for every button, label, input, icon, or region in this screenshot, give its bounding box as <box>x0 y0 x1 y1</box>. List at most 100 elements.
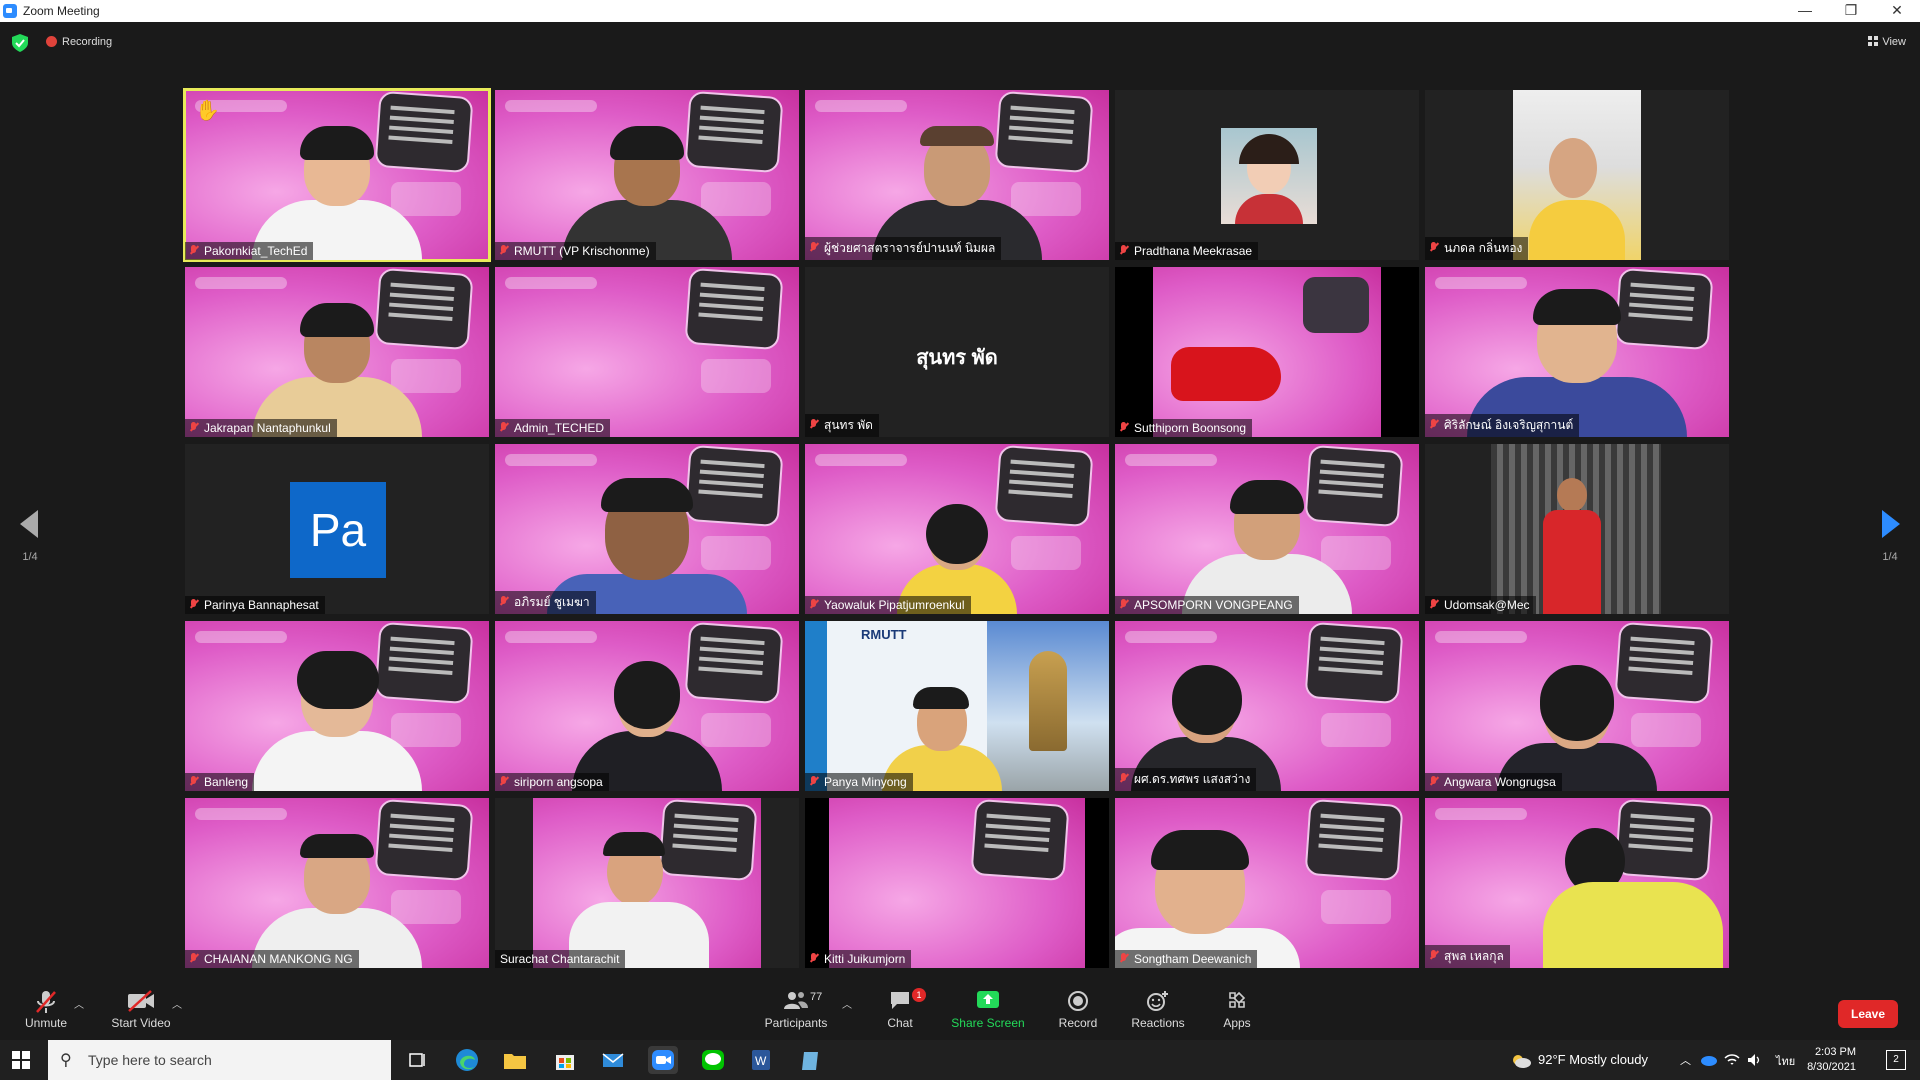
video-tile[interactable]: Admin_TECHED <box>495 267 799 437</box>
onedrive-cloud-icon[interactable] <box>1700 1054 1718 1066</box>
apps-button[interactable]: Apps <box>1222 990 1252 1030</box>
video-tile[interactable]: Sutthiporn Boonsong <box>1115 267 1419 437</box>
muted-mic-icon <box>1120 953 1128 964</box>
notification-center-icon[interactable]: 2 <box>1886 1050 1906 1070</box>
prev-page-nav[interactable]: 1/4 <box>10 510 50 563</box>
video-tile[interactable]: CHAIANAN MANKONG NG <box>185 798 489 968</box>
unmute-label: Unmute <box>24 1016 68 1030</box>
participant-name-text: RMUTT (VP Krischonme) <box>514 244 650 258</box>
record-button[interactable]: Record <box>1053 990 1103 1030</box>
video-tile[interactable]: อภิรมย์ ชูเมฆา <box>495 444 799 614</box>
audio-options-caret[interactable]: ︿ <box>74 996 84 1011</box>
video-tile[interactable]: ศิริลักษณ์ อิงเจริญสุกานต์ <box>1425 267 1729 437</box>
next-page-arrow-icon[interactable] <box>1880 510 1900 538</box>
apps-label: Apps <box>1223 1016 1251 1030</box>
participant-name: สุพล เหลกุล <box>1425 945 1510 968</box>
next-page-nav[interactable]: 1/4 <box>1870 510 1910 563</box>
participant-name: Banleng <box>185 773 255 791</box>
video-tile[interactable]: Banleng <box>185 621 489 791</box>
participant-video <box>533 798 761 968</box>
share-screen-button[interactable]: Share Screen <box>950 990 1026 1030</box>
video-tile[interactable]: ผศ.ดร.ทศพร แสงสว่าง <box>1115 621 1419 791</box>
video-tile[interactable]: สุนทร พัด สุนทร พัด <box>805 267 1109 437</box>
windows-start-icon[interactable] <box>12 1051 30 1069</box>
video-options-caret[interactable]: ︿ <box>172 996 182 1011</box>
muted-mic-icon <box>1120 245 1128 256</box>
event-poster <box>684 267 784 351</box>
video-tile[interactable]: นภดล กลิ่นทอง <box>1425 90 1729 260</box>
minimize-button[interactable]: — <box>1782 0 1828 22</box>
participants-options-caret[interactable]: ︿ <box>842 996 852 1011</box>
store-icon[interactable] <box>550 1046 580 1074</box>
share-screen-icon <box>950 990 1026 1016</box>
video-tile[interactable]: Kitti Juikumjorn <box>805 798 1109 968</box>
task-view-icon[interactable] <box>402 1046 432 1074</box>
video-tile[interactable]: Pradthana Meekrasae <box>1115 90 1419 260</box>
participant-name-text: ผศ.ดร.ทศพร แสงสว่าง <box>1134 772 1251 786</box>
participant-video <box>1491 444 1661 614</box>
participant-video <box>1182 480 1352 614</box>
mail-icon[interactable] <box>598 1046 628 1074</box>
zoom-app-icon <box>3 4 17 18</box>
avatar: Pa <box>290 482 386 578</box>
smiley-plus-icon <box>1131 990 1185 1016</box>
restore-button[interactable]: ❐ <box>1828 0 1874 22</box>
recording-indicator[interactable]: Recording <box>46 36 112 48</box>
chat-icon-wrap: 1 <box>880 988 926 1016</box>
event-banner <box>505 277 597 289</box>
muted-mic-icon <box>190 953 198 964</box>
word-icon[interactable]: W <box>746 1046 776 1074</box>
scratchpad-app-icon[interactable] <box>796 1046 826 1074</box>
event-banner <box>1125 631 1217 643</box>
video-tile[interactable]: Jakrapan Nantaphunkul <box>185 267 489 437</box>
participant-name: Surachat Chantarachit <box>495 950 626 968</box>
start-video-label: Start Video <box>111 1016 171 1030</box>
participant-name: CHAIANAN MANKONG NG <box>185 950 359 968</box>
search-placeholder: Type here to search <box>88 1052 212 1068</box>
start-video-button[interactable]: Start Video <box>106 990 176 1030</box>
input-language[interactable]: ไทย <box>1776 1052 1795 1070</box>
video-tile[interactable]: APSOMPORN VONGPEANG <box>1115 444 1419 614</box>
video-tile[interactable]: Surachat Chantarachit <box>495 798 799 968</box>
video-tile[interactable]: RMUTT Panya Minyong <box>805 621 1109 791</box>
participant-name-text: Udomsak@Mec <box>1444 598 1530 612</box>
participant-name-text: Angwara Wongrugsa <box>1444 775 1556 789</box>
video-tile[interactable]: RMUTT (VP Krischonme) <box>495 90 799 260</box>
file-explorer-icon[interactable] <box>500 1046 530 1074</box>
video-tile[interactable]: Yaowaluk Pipatjumroenkul <box>805 444 1109 614</box>
video-tile[interactable]: Songtham Deewanich <box>1115 798 1419 968</box>
chat-button[interactable]: 1 Chat <box>880 988 926 1030</box>
line-app-icon[interactable] <box>698 1046 728 1074</box>
zoom-taskbar-icon[interactable] <box>648 1046 678 1074</box>
view-button[interactable]: View <box>1868 36 1906 48</box>
encryption-shield-icon[interactable] <box>12 34 28 52</box>
volume-icon[interactable] <box>1746 1052 1762 1068</box>
wifi-icon[interactable] <box>1724 1052 1740 1068</box>
participant-display-name: สุนทร พัด <box>916 347 998 369</box>
video-tile[interactable]: Pa Parinya Bannaphesat <box>185 444 489 614</box>
video-tile[interactable]: Udomsak@Mec <box>1425 444 1729 614</box>
participant-name-text: Parinya Bannaphesat <box>204 598 319 612</box>
weather-cloud-icon[interactable] <box>1510 1052 1532 1068</box>
participants-button[interactable]: 77 Participants <box>756 990 836 1030</box>
video-tile[interactable]: สุพล เหลกุล <box>1425 798 1729 968</box>
leave-button[interactable]: Leave <box>1838 1000 1898 1028</box>
participant-name-text: นภดล กลิ่นทอง <box>1444 241 1523 255</box>
unmute-button[interactable]: Unmute <box>22 990 70 1030</box>
participant-name: Udomsak@Mec <box>1425 596 1536 614</box>
reactions-button[interactable]: Reactions <box>1131 990 1185 1030</box>
edge-browser-icon[interactable] <box>452 1046 482 1074</box>
video-tile[interactable]: siriporn angsopa <box>495 621 799 791</box>
video-tile[interactable]: ✋ Pakornkiat_TechEd <box>183 88 491 262</box>
system-clock[interactable]: 2:03 PM 8/30/2021 <box>1807 1045 1856 1075</box>
show-hidden-icons-chevron-icon[interactable]: ︿ <box>1680 1052 1691 1068</box>
participant-name: APSOMPORN VONGPEANG <box>1115 596 1299 614</box>
taskbar-search[interactable]: ⚲ Type here to search <box>48 1040 391 1080</box>
participant-name-text: Pradthana Meekrasae <box>1134 244 1253 258</box>
video-tile[interactable]: ผู้ช่วยศาสตราจารย์ปานนท์ นิมผล <box>805 90 1109 260</box>
video-tile[interactable]: Angwara Wongrugsa <box>1425 621 1729 791</box>
weather-text[interactable]: 92°F Mostly cloudy <box>1538 1052 1648 1067</box>
prev-page-arrow-icon[interactable] <box>20 510 40 538</box>
participant-name-text: siriporn angsopa <box>514 775 603 789</box>
close-button[interactable]: ✕ <box>1874 0 1920 22</box>
